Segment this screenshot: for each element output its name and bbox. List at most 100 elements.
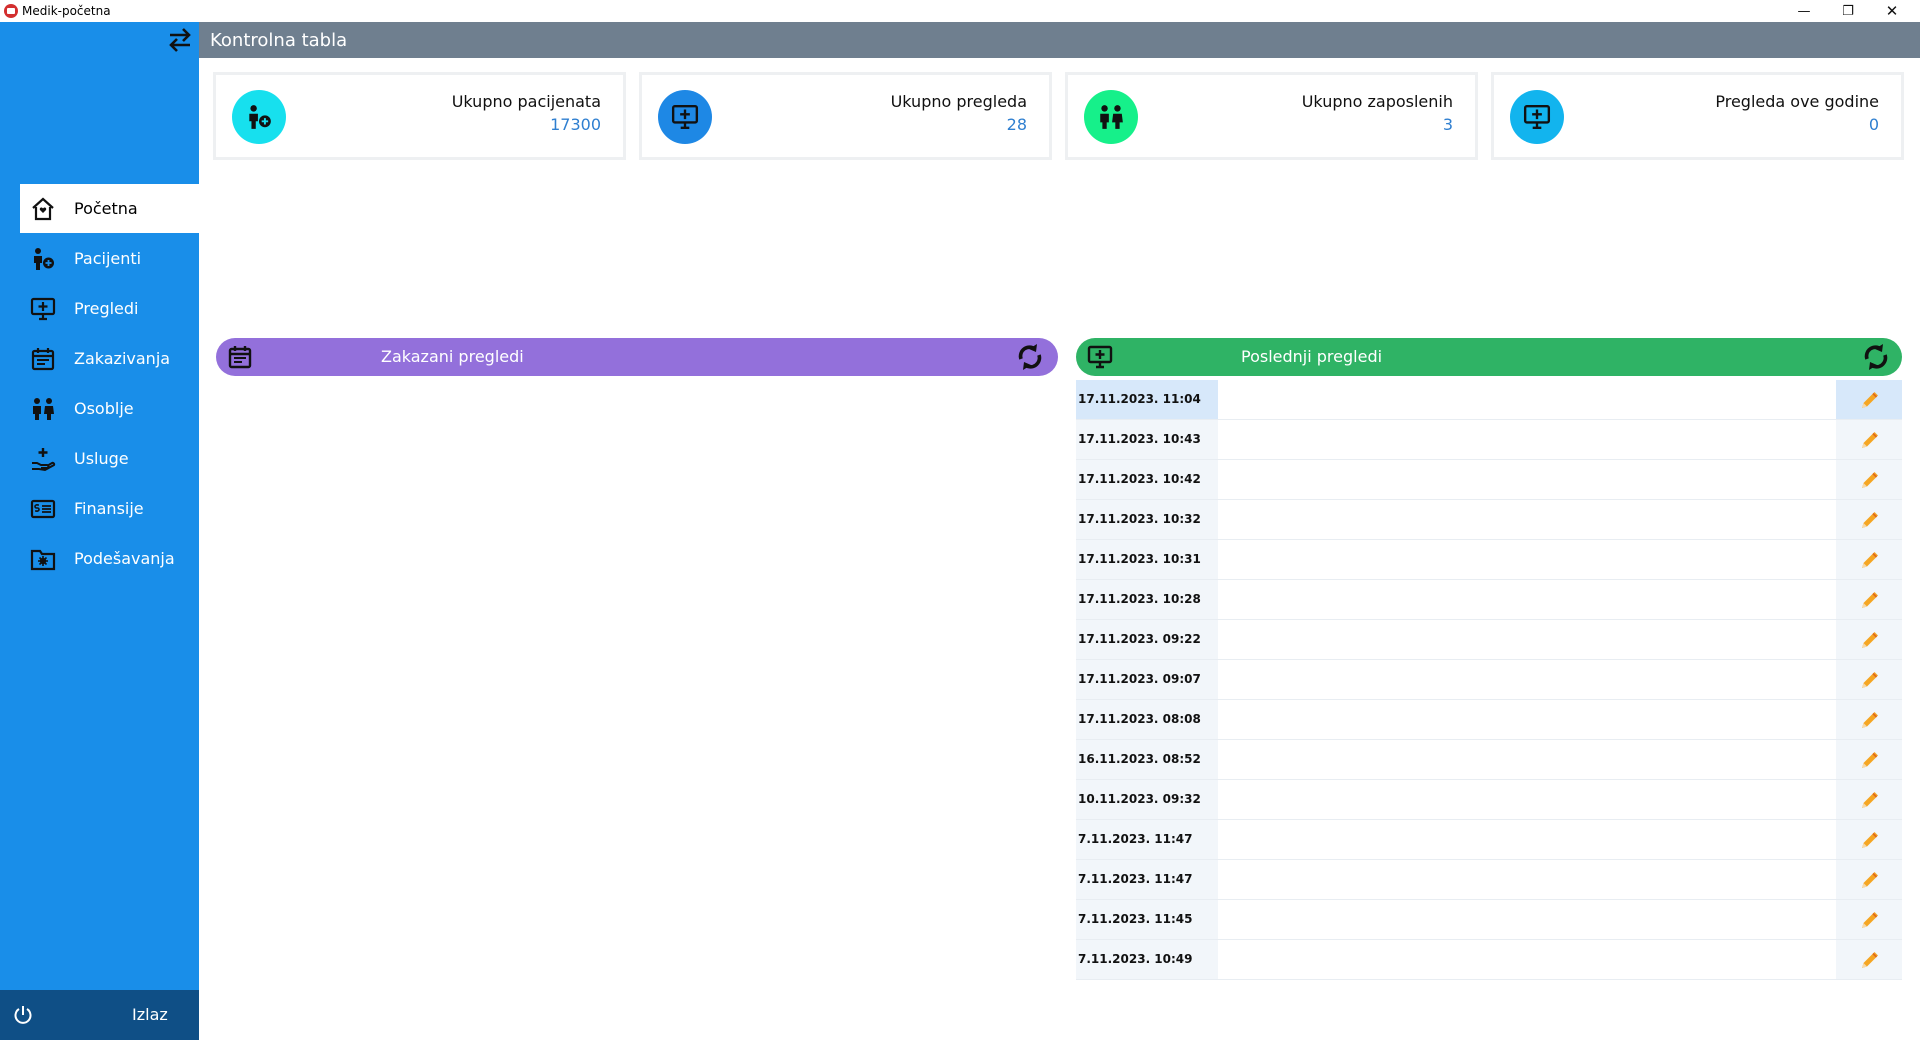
maximize-button[interactable]: ❐: [1826, 0, 1870, 22]
people-icon: [33, 398, 54, 420]
sidebar-item-usluge[interactable]: Usluge: [20, 434, 199, 483]
table-row[interactable]: 17.11.2023. 10:31: [1076, 540, 1902, 580]
window-titlebar: Medik-početna — ❐ ✕: [0, 0, 1920, 22]
table-row[interactable]: 16.11.2023. 08:52: [1076, 740, 1902, 780]
sidebar-item-zakazivanja[interactable]: Zakazivanja: [20, 334, 199, 383]
patient-add-icon: [34, 248, 54, 270]
stat-card-exams-this-year: Pregleda ove godine 0: [1491, 72, 1904, 160]
pencil-icon: [1862, 832, 1878, 848]
exam-date: 17.11.2023. 09:07: [1076, 660, 1218, 699]
pencil-icon: [1862, 392, 1878, 408]
edit-button[interactable]: [1836, 540, 1902, 579]
sidebar-item-podesavanja[interactable]: Podešavanja: [20, 534, 199, 583]
table-row[interactable]: 7.11.2023. 10:49: [1076, 940, 1902, 980]
pencil-icon: [1862, 632, 1878, 648]
exam-date: 7.11.2023. 11:45: [1076, 900, 1218, 939]
sidebar-item-finansije[interactable]: Finansije: [20, 484, 199, 533]
swap-arrows-icon[interactable]: [166, 27, 194, 53]
exam-date: 10.11.2023. 09:32: [1076, 780, 1218, 819]
header-bar: [199, 22, 1920, 58]
page-title: Kontrolna tabla: [210, 30, 348, 51]
stat-value: 0: [1868, 115, 1879, 134]
refresh-icon[interactable]: [1015, 342, 1045, 372]
monitor-plus-icon: [30, 297, 56, 321]
refresh-icon[interactable]: [1861, 342, 1891, 372]
pencil-icon: [1862, 552, 1878, 568]
stat-value: 3: [1442, 115, 1453, 134]
edit-button[interactable]: [1836, 900, 1902, 939]
pencil-icon: [1862, 712, 1878, 728]
table-row[interactable]: 17.11.2023. 10:42: [1076, 460, 1902, 500]
table-row[interactable]: 17.11.2023. 09:07: [1076, 660, 1902, 700]
edit-button[interactable]: [1836, 780, 1902, 819]
pencil-icon: [1862, 512, 1878, 528]
sidebar: Početna Pacijenti Pregledi Zakazivanja O…: [0, 22, 199, 1040]
sidebar-item-label: Pregledi: [74, 299, 139, 318]
edit-button[interactable]: [1836, 500, 1902, 539]
sidebar-item-label: Osoblje: [74, 399, 134, 418]
stat-icon-circle: [232, 90, 286, 144]
edit-button[interactable]: [1836, 820, 1902, 859]
edit-button[interactable]: [1836, 460, 1902, 499]
recent-exams-title: Poslednji pregledi: [1241, 347, 1383, 366]
exam-date: 7.11.2023. 11:47: [1076, 860, 1218, 899]
exam-date: 17.11.2023. 10:42: [1076, 460, 1218, 499]
stat-card-exams: Ukupno pregleda 28: [639, 72, 1052, 160]
stat-value: 17300: [550, 115, 601, 134]
sidebar-item-label: Pacijenti: [74, 249, 142, 268]
exit-label: Izlaz: [132, 1005, 168, 1024]
edit-button[interactable]: [1836, 620, 1902, 659]
exam-date: 17.11.2023. 09:22: [1076, 620, 1218, 659]
stat-card-employees: Ukupno zaposlenih 3: [1065, 72, 1478, 160]
stat-value: 28: [1006, 115, 1027, 134]
table-row[interactable]: 17.11.2023. 10:32: [1076, 500, 1902, 540]
table-row[interactable]: 17.11.2023. 08:08: [1076, 700, 1902, 740]
sidebar-item-label: Usluge: [74, 449, 129, 468]
table-row[interactable]: 10.11.2023. 09:32: [1076, 780, 1902, 820]
exam-date: 7.11.2023. 11:47: [1076, 820, 1218, 859]
edit-button[interactable]: [1836, 860, 1902, 899]
exam-date: 16.11.2023. 08:52: [1076, 740, 1218, 779]
edit-button[interactable]: [1836, 580, 1902, 619]
edit-button[interactable]: [1836, 940, 1902, 979]
exam-date: 17.11.2023. 10:31: [1076, 540, 1218, 579]
sidebar-item-pocetna[interactable]: Početna: [20, 184, 199, 233]
money-icon: [30, 499, 56, 519]
pencil-icon: [1862, 912, 1878, 928]
table-row[interactable]: 7.11.2023. 11:45: [1076, 900, 1902, 940]
exam-date: 17.11.2023. 10:32: [1076, 500, 1218, 539]
recent-exams-header: Poslednji pregledi: [1076, 338, 1902, 376]
exam-date: 17.11.2023. 10:43: [1076, 420, 1218, 459]
scheduled-exams-header: Zakazani pregledi: [216, 338, 1058, 376]
table-row[interactable]: 17.11.2023. 10:43: [1076, 420, 1902, 460]
exit-button[interactable]: Izlaz: [0, 990, 199, 1040]
table-row[interactable]: 17.11.2023. 09:22: [1076, 620, 1902, 660]
table-row[interactable]: 17.11.2023. 10:28: [1076, 580, 1902, 620]
close-button[interactable]: ✕: [1870, 0, 1914, 22]
edit-button[interactable]: [1836, 380, 1902, 419]
exam-date: 17.11.2023. 08:08: [1076, 700, 1218, 739]
minimize-button[interactable]: —: [1782, 0, 1826, 22]
folder-gear-icon: [30, 549, 56, 571]
power-icon: [14, 1006, 32, 1024]
sidebar-item-pregledi[interactable]: Pregledi: [20, 284, 199, 333]
edit-button[interactable]: [1836, 700, 1902, 739]
sidebar-item-label: Zakazivanja: [74, 349, 171, 368]
exam-date: 7.11.2023. 10:49: [1076, 940, 1218, 979]
stat-label: Pregleda ove godine: [1715, 92, 1879, 111]
edit-button[interactable]: [1836, 420, 1902, 459]
stat-label: Ukupno zaposlenih: [1301, 92, 1453, 111]
hand-plus-icon: [32, 448, 56, 472]
edit-button[interactable]: [1836, 740, 1902, 779]
calendar-icon: [228, 346, 252, 369]
pencil-icon: [1862, 592, 1878, 608]
edit-button[interactable]: [1836, 660, 1902, 699]
sidebar-item-pacijenti[interactable]: Pacijenti: [20, 234, 199, 283]
stat-icon-circle: [658, 90, 712, 144]
table-row[interactable]: 17.11.2023. 11:04: [1076, 380, 1902, 420]
sidebar-item-osoblje[interactable]: Osoblje: [20, 384, 199, 433]
table-row[interactable]: 7.11.2023. 11:47: [1076, 860, 1902, 900]
sidebar-item-label: Podešavanja: [74, 549, 175, 568]
table-row[interactable]: 7.11.2023. 11:47: [1076, 820, 1902, 860]
sidebar-item-label: Finansije: [74, 499, 144, 518]
